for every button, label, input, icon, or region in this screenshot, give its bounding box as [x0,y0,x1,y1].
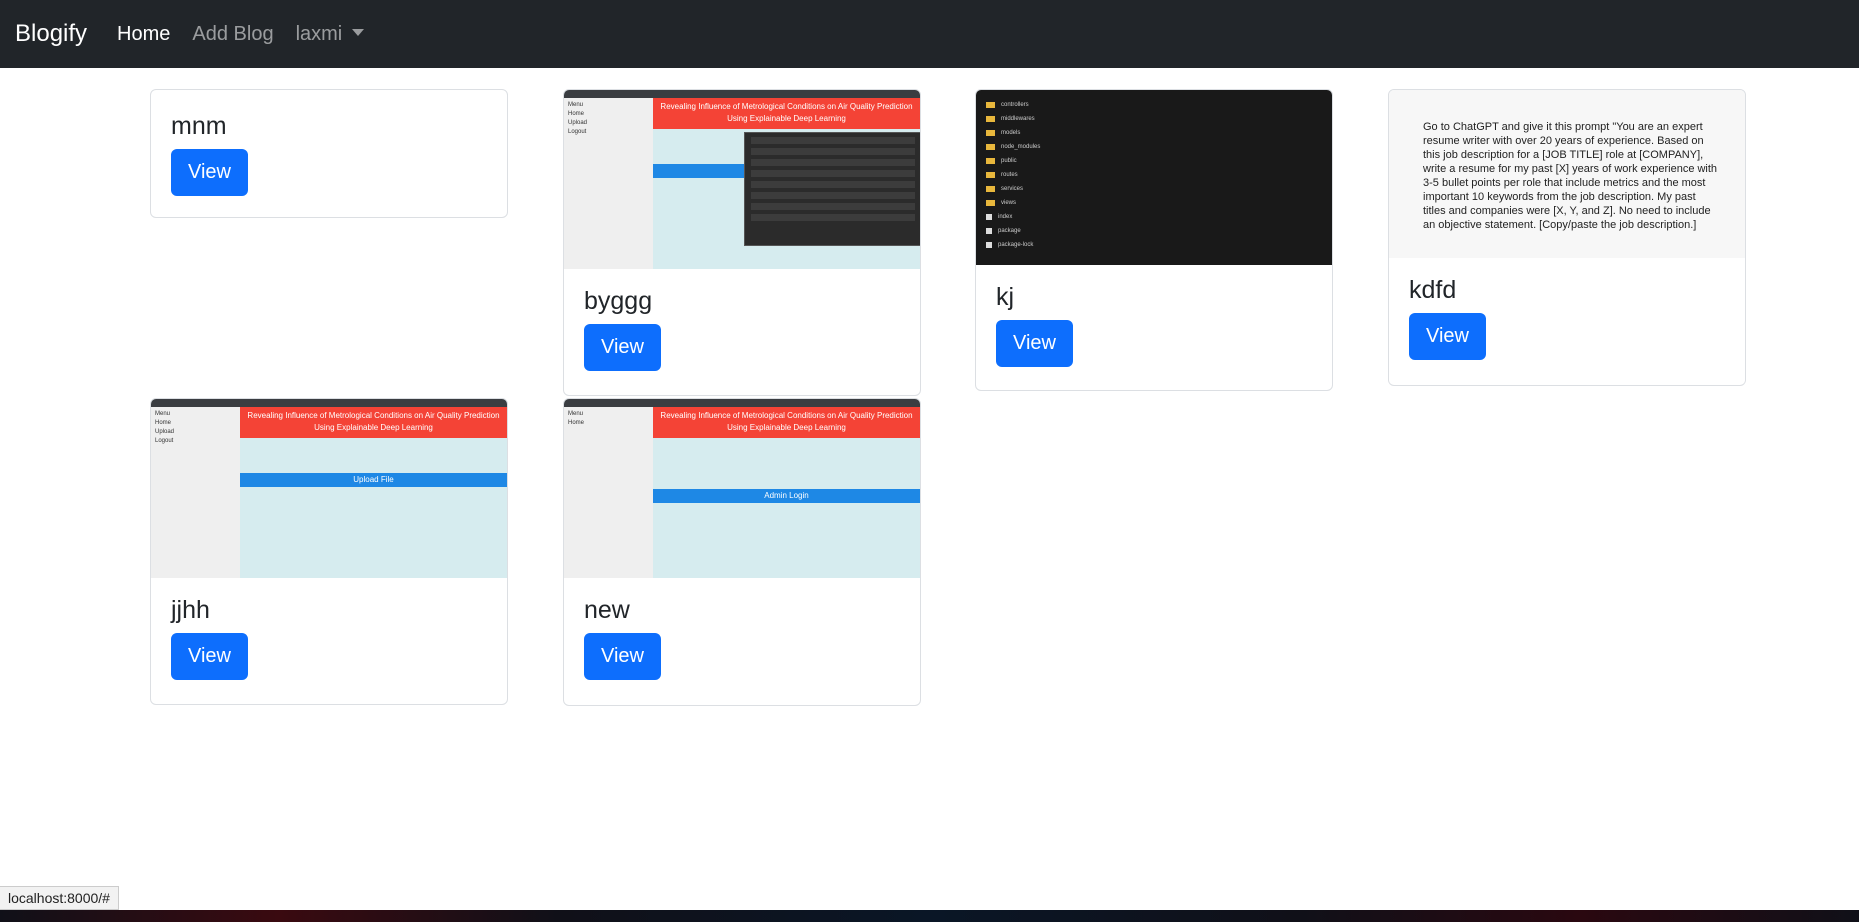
user-name: laxmi [295,22,343,45]
blog-card: Menu Home Upload Logout Revealing Influe… [563,89,921,396]
blog-card: Go to ChatGPT and give it this prompt "Y… [1388,89,1746,386]
view-button[interactable]: View [1409,313,1486,360]
nav-add-blog[interactable]: Add Blog [192,23,273,46]
view-button[interactable]: View [171,633,248,680]
user-dropdown[interactable]: laxmi [296,23,365,46]
thumbnail-bar: Admin Login [653,489,920,503]
blog-thumbnail[interactable]: Menu Home Upload Logout Revealing Influe… [151,399,507,578]
thumbnail-text: Go to ChatGPT and give it this prompt "Y… [1423,121,1718,231]
blog-title: kj [996,283,1015,311]
blog-card: controllers middlewares models node_modu… [975,89,1333,391]
view-button[interactable]: View [171,149,248,196]
thumbnail-banner: Revealing Influence of Metrological Cond… [653,407,920,438]
blog-card: Menu Home Revealing Influence of Metrolo… [563,398,921,706]
blog-thumbnail[interactable]: Menu Home Upload Logout Revealing Influe… [564,90,920,269]
blog-card: mnm View [150,89,508,218]
blog-title: new [584,596,630,624]
thumbnail-menu: Menu Home [564,407,653,578]
blog-card: Menu Home Upload Logout Revealing Influe… [150,398,508,705]
blog-thumbnail[interactable]: controllers middlewares models node_modu… [976,90,1332,265]
status-bar-url: localhost:8000/# [0,886,119,910]
thumbnail-bar: Upload File [240,473,507,487]
blog-title: jjhh [171,596,210,624]
blog-title: kdfd [1409,276,1457,304]
thumbnail-menu: Menu Home Upload Logout [151,407,240,578]
navbar: Blogify Home Add Blog laxmi [0,0,1859,68]
desktop-background [0,910,1859,922]
file-dialog [744,132,920,246]
blog-thumbnail[interactable]: Go to ChatGPT and give it this prompt "Y… [1389,90,1745,258]
thumbnail-banner: Revealing Influence of Metrological Cond… [240,407,507,438]
blog-title: mnm [171,112,227,140]
view-button[interactable]: View [996,320,1073,367]
brand[interactable]: Blogify [15,20,87,48]
blog-title: byggg [584,287,653,315]
view-button[interactable]: View [584,633,661,680]
thumbnail-banner: Revealing Influence of Metrological Cond… [653,98,920,129]
caret-down-icon [352,28,365,36]
view-button[interactable]: View [584,324,661,371]
blog-thumbnail[interactable]: Menu Home Revealing Influence of Metrolo… [564,399,920,578]
nav-home[interactable]: Home [117,23,170,46]
thumbnail-menu: Menu Home Upload Logout [564,98,653,269]
